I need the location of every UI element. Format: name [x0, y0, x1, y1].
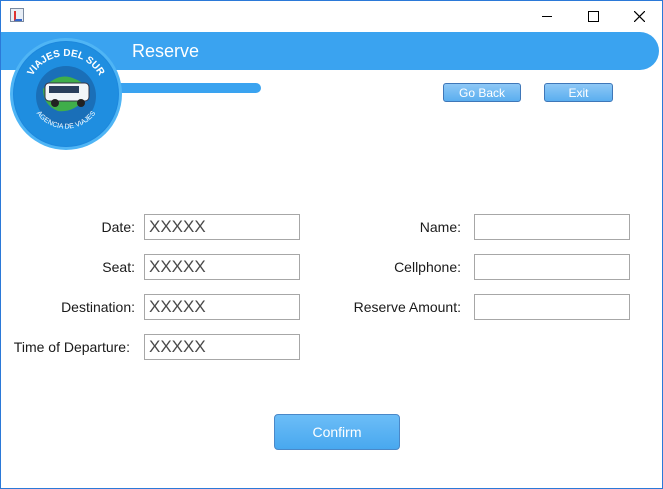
minimize-icon [542, 15, 552, 17]
cellphone-label: Cellphone: [394, 259, 461, 275]
app-window: Reserve VIAJES DEL SUR AGENCIA DE VIAJES… [0, 0, 663, 489]
seat-field[interactable]: XXXXX [144, 254, 300, 280]
date-field[interactable]: XXXXX [144, 214, 300, 240]
title-bar [1, 1, 662, 31]
maximize-icon [587, 10, 599, 22]
cellphone-field[interactable] [474, 254, 630, 280]
seat-label: Seat: [102, 259, 135, 275]
time-of-departure-field[interactable]: XXXXX [144, 334, 300, 360]
logo-globe-bus-graphic: VIAJES DEL SUR AGENCIA DE VIAJES [14, 42, 118, 146]
destination-label: Destination: [61, 299, 135, 315]
name-label: Name: [419, 219, 461, 235]
header-accent-bar [101, 83, 261, 93]
close-icon [633, 10, 645, 22]
reserve-amount-field[interactable] [474, 294, 630, 320]
date-label: Date: [101, 219, 135, 235]
time-of-departure-label: Time of Departure: [13, 339, 130, 355]
agency-logo: VIAJES DEL SUR AGENCIA DE VIAJES [13, 41, 119, 147]
minimize-button[interactable] [524, 1, 570, 31]
go-back-button[interactable]: Go Back [443, 83, 521, 102]
name-field[interactable] [474, 214, 630, 240]
java-app-icon [10, 8, 24, 22]
maximize-button[interactable] [570, 1, 616, 31]
exit-button[interactable]: Exit [544, 83, 613, 102]
page-title: Reserve [132, 41, 200, 61]
confirm-button[interactable]: Confirm [274, 414, 400, 450]
reserve-amount-label: Reserve Amount: [353, 299, 461, 315]
close-button[interactable] [616, 1, 662, 31]
destination-field[interactable]: XXXXX [144, 294, 300, 320]
